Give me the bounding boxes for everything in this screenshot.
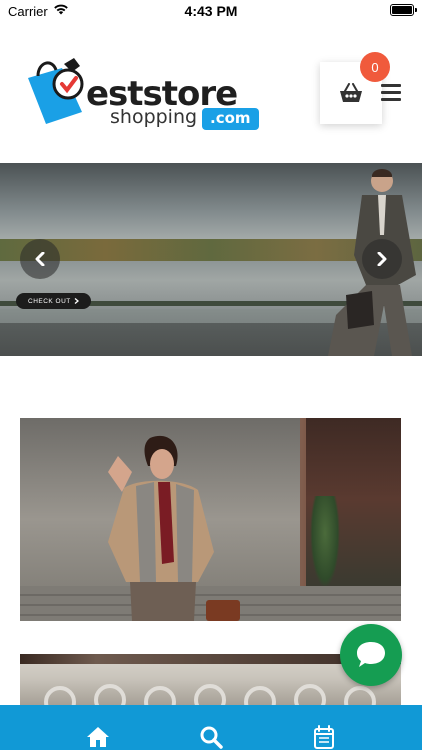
chevron-right-icon	[377, 252, 387, 266]
app-header: eststore shopping .com 0	[0, 22, 422, 162]
product-card-image[interactable]	[20, 418, 401, 621]
chat-bubble-icon	[357, 642, 385, 667]
home-icon	[87, 727, 109, 747]
nav-search[interactable]	[199, 725, 223, 749]
hamburger-menu-icon[interactable]	[381, 84, 401, 101]
bottom-navigation	[0, 705, 422, 750]
cart-count-badge: 0	[360, 52, 390, 82]
fashion-model-image	[108, 435, 240, 621]
store-logo[interactable]: eststore shopping .com	[24, 50, 259, 136]
search-icon	[200, 726, 223, 749]
chat-button[interactable]	[340, 624, 402, 686]
checkout-button[interactable]: CHECK OUT	[16, 293, 91, 309]
logo-text-sub: shopping	[110, 106, 198, 128]
nav-calendar[interactable]	[313, 725, 337, 749]
hero-banner[interactable]: CHECK OUT	[0, 163, 422, 356]
checkout-label: CHECK OUT	[28, 297, 71, 305]
banner-prev-button[interactable]	[20, 239, 60, 279]
nav-home[interactable]	[86, 725, 110, 749]
chevron-left-icon	[35, 252, 45, 266]
logo-text-com: .com	[202, 108, 259, 130]
basket-icon	[340, 83, 362, 102]
status-bar: Carrier 4:43 PM	[0, 0, 422, 22]
clock-time: 4:43 PM	[184, 3, 238, 19]
banner-next-button[interactable]	[362, 239, 402, 279]
battery-icon	[390, 4, 417, 16]
calendar-icon	[314, 725, 334, 749]
chevron-right-small-icon	[74, 298, 79, 304]
